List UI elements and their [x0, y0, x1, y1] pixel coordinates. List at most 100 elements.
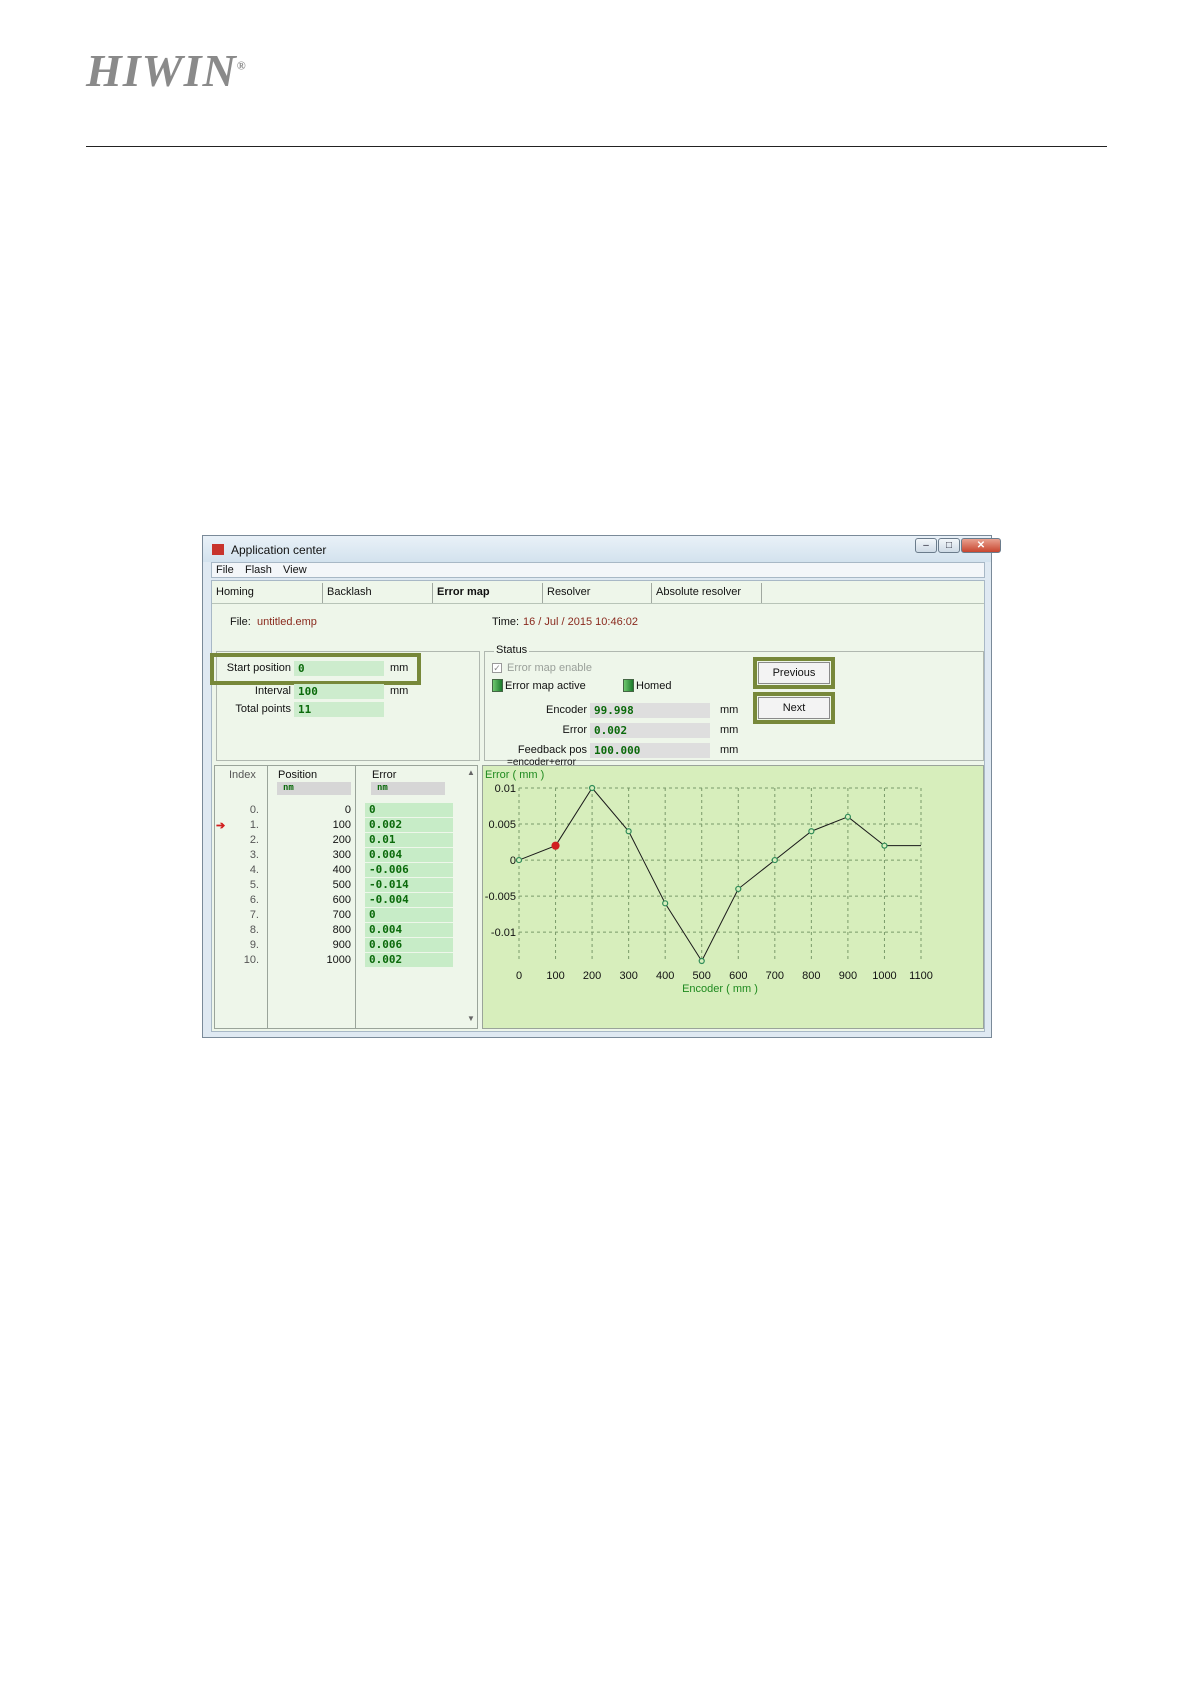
- tab-homing[interactable]: Homing: [212, 583, 323, 603]
- menu-file[interactable]: File: [216, 564, 234, 576]
- homed-led-icon: [623, 679, 634, 692]
- file-label: File:: [230, 616, 251, 628]
- row-error-input[interactable]: -0.014: [365, 878, 453, 892]
- row-error-input[interactable]: 0.01: [365, 833, 453, 847]
- x-tick-label: 1100: [909, 970, 933, 982]
- interval-input[interactable]: 100: [294, 684, 384, 699]
- data-point-marker: [662, 900, 669, 907]
- x-tick-label: 600: [729, 970, 747, 982]
- x-tick-label: 400: [656, 970, 674, 982]
- row-position: 300: [332, 849, 351, 861]
- x-axis-label: Encoder ( mm ): [682, 983, 758, 995]
- row-position: 0: [344, 804, 351, 816]
- row-index: 5.: [249, 879, 259, 891]
- y-axis-label: Error ( mm ): [485, 769, 544, 781]
- row-index: 0.: [249, 804, 259, 816]
- error-map-active-led-icon: [492, 679, 503, 692]
- row-error-input[interactable]: 0.002: [365, 818, 453, 832]
- interval-label: Interval: [254, 685, 291, 697]
- row-error-input[interactable]: -0.004: [365, 893, 453, 907]
- data-point-marker: [771, 856, 778, 864]
- row-position: 500: [332, 879, 351, 891]
- error-table: Index Position Error nm nm ▲ ▼ 0. 0 0 ➔ 1. 10…: [214, 765, 478, 1029]
- hiwin-logo: HIWIN®: [86, 45, 247, 96]
- y-tick-label: -0.005: [485, 891, 516, 903]
- data-point-marker: [515, 856, 523, 864]
- maximize-icon[interactable]: □: [938, 538, 960, 553]
- row-error-input[interactable]: 0.006: [365, 938, 453, 952]
- x-tick-label: 500: [693, 970, 711, 982]
- row-index: 9.: [249, 939, 259, 951]
- row-position: 1000: [326, 954, 351, 966]
- row-error-input[interactable]: -0.006: [365, 863, 453, 877]
- window-title: Application center: [231, 543, 327, 557]
- current-point-marker: [551, 841, 560, 850]
- data-point-marker: [808, 828, 815, 835]
- error-map-enable-checkbox[interactable]: ✓: [492, 663, 502, 673]
- header-error: Error: [372, 769, 397, 781]
- error-map-active-label: Error map active: [505, 680, 586, 692]
- error-value: 0.002: [590, 723, 710, 738]
- previous-button-highlight: [753, 657, 835, 689]
- row-position: 900: [332, 939, 351, 951]
- row-error-input[interactable]: 0.004: [365, 848, 453, 862]
- row-error-input[interactable]: 0.002: [365, 953, 453, 967]
- error-label: Error: [562, 724, 587, 736]
- menu-view[interactable]: View: [283, 564, 307, 576]
- x-tick-label: 0: [516, 970, 522, 982]
- header-rule: [86, 146, 1107, 147]
- row-position: 600: [332, 894, 351, 906]
- application-window: Application center – □ ✕ File Flash View…: [202, 535, 1001, 1038]
- data-point-marker: [881, 842, 888, 849]
- y-tick-label: -0.01: [491, 927, 516, 939]
- x-tick-label: 300: [619, 970, 637, 982]
- feedback-pos-value: 100.000: [590, 743, 710, 758]
- col-divider: [355, 766, 356, 1028]
- feedback-pos-unit: mm: [720, 744, 739, 756]
- y-tick-label: 0.01: [495, 783, 516, 795]
- row-position: 700: [332, 909, 351, 921]
- data-point-marker: [625, 828, 632, 835]
- total-points-input[interactable]: 11: [294, 702, 384, 717]
- error-unit: mm: [720, 724, 739, 736]
- tab-backlash[interactable]: Backlash: [323, 583, 433, 603]
- row-error-input[interactable]: 0.004: [365, 923, 453, 937]
- row-index: 4.: [249, 864, 259, 876]
- x-tick-label: 800: [802, 970, 820, 982]
- close-icon[interactable]: ✕: [961, 538, 1001, 553]
- data-point-marker: [844, 813, 852, 820]
- y-tick-label: 0: [510, 855, 516, 867]
- row-index: 6.: [249, 894, 259, 906]
- time-label: Time:: [492, 616, 520, 628]
- x-tick-label: 700: [766, 970, 784, 982]
- row-index: 3.: [249, 849, 259, 861]
- status-group-label: Status: [494, 644, 530, 656]
- tab-resolver[interactable]: Resolver: [543, 583, 652, 603]
- error-unit-header: nm: [371, 782, 445, 795]
- error-map-enable-label: Error map enable: [507, 662, 592, 674]
- minimize-icon[interactable]: –: [915, 538, 937, 553]
- x-tick-label: 200: [583, 970, 601, 982]
- menu-bar: File Flash View: [211, 562, 985, 578]
- row-position: 800: [332, 924, 351, 936]
- scroll-up-icon[interactable]: ▲: [467, 768, 475, 777]
- menu-flash[interactable]: Flash: [245, 564, 272, 576]
- file-name: untitled.emp: [257, 616, 317, 628]
- error-map-panel: Homing Backlash Error map Resolver Absol…: [210, 580, 985, 1032]
- tab-absolute-resolver[interactable]: Absolute resolver: [652, 583, 762, 603]
- total-points-label: Total points: [235, 703, 291, 715]
- row-index: 8.: [249, 924, 259, 936]
- error-chart: 0.01 0.005 0 -0.005 -0.01 0 100 200 300 400 500 600…: [482, 765, 984, 1029]
- scroll-down-icon[interactable]: ▼: [467, 1014, 475, 1023]
- row-error-input[interactable]: 0: [365, 803, 453, 817]
- tab-bar: Homing Backlash Error map Resolver Absol…: [212, 581, 984, 604]
- tab-error-map[interactable]: Error map: [433, 583, 543, 603]
- title-bar[interactable]: Application center – □ ✕: [203, 536, 1001, 562]
- start-position-highlight: [210, 653, 421, 685]
- encoder-value: 99.998: [590, 703, 710, 718]
- data-point-marker: [588, 784, 596, 792]
- row-index: 10.: [243, 954, 259, 966]
- row-error-input[interactable]: 0: [365, 908, 453, 922]
- app-icon: [212, 544, 224, 555]
- x-tick-label: 100: [546, 970, 564, 982]
